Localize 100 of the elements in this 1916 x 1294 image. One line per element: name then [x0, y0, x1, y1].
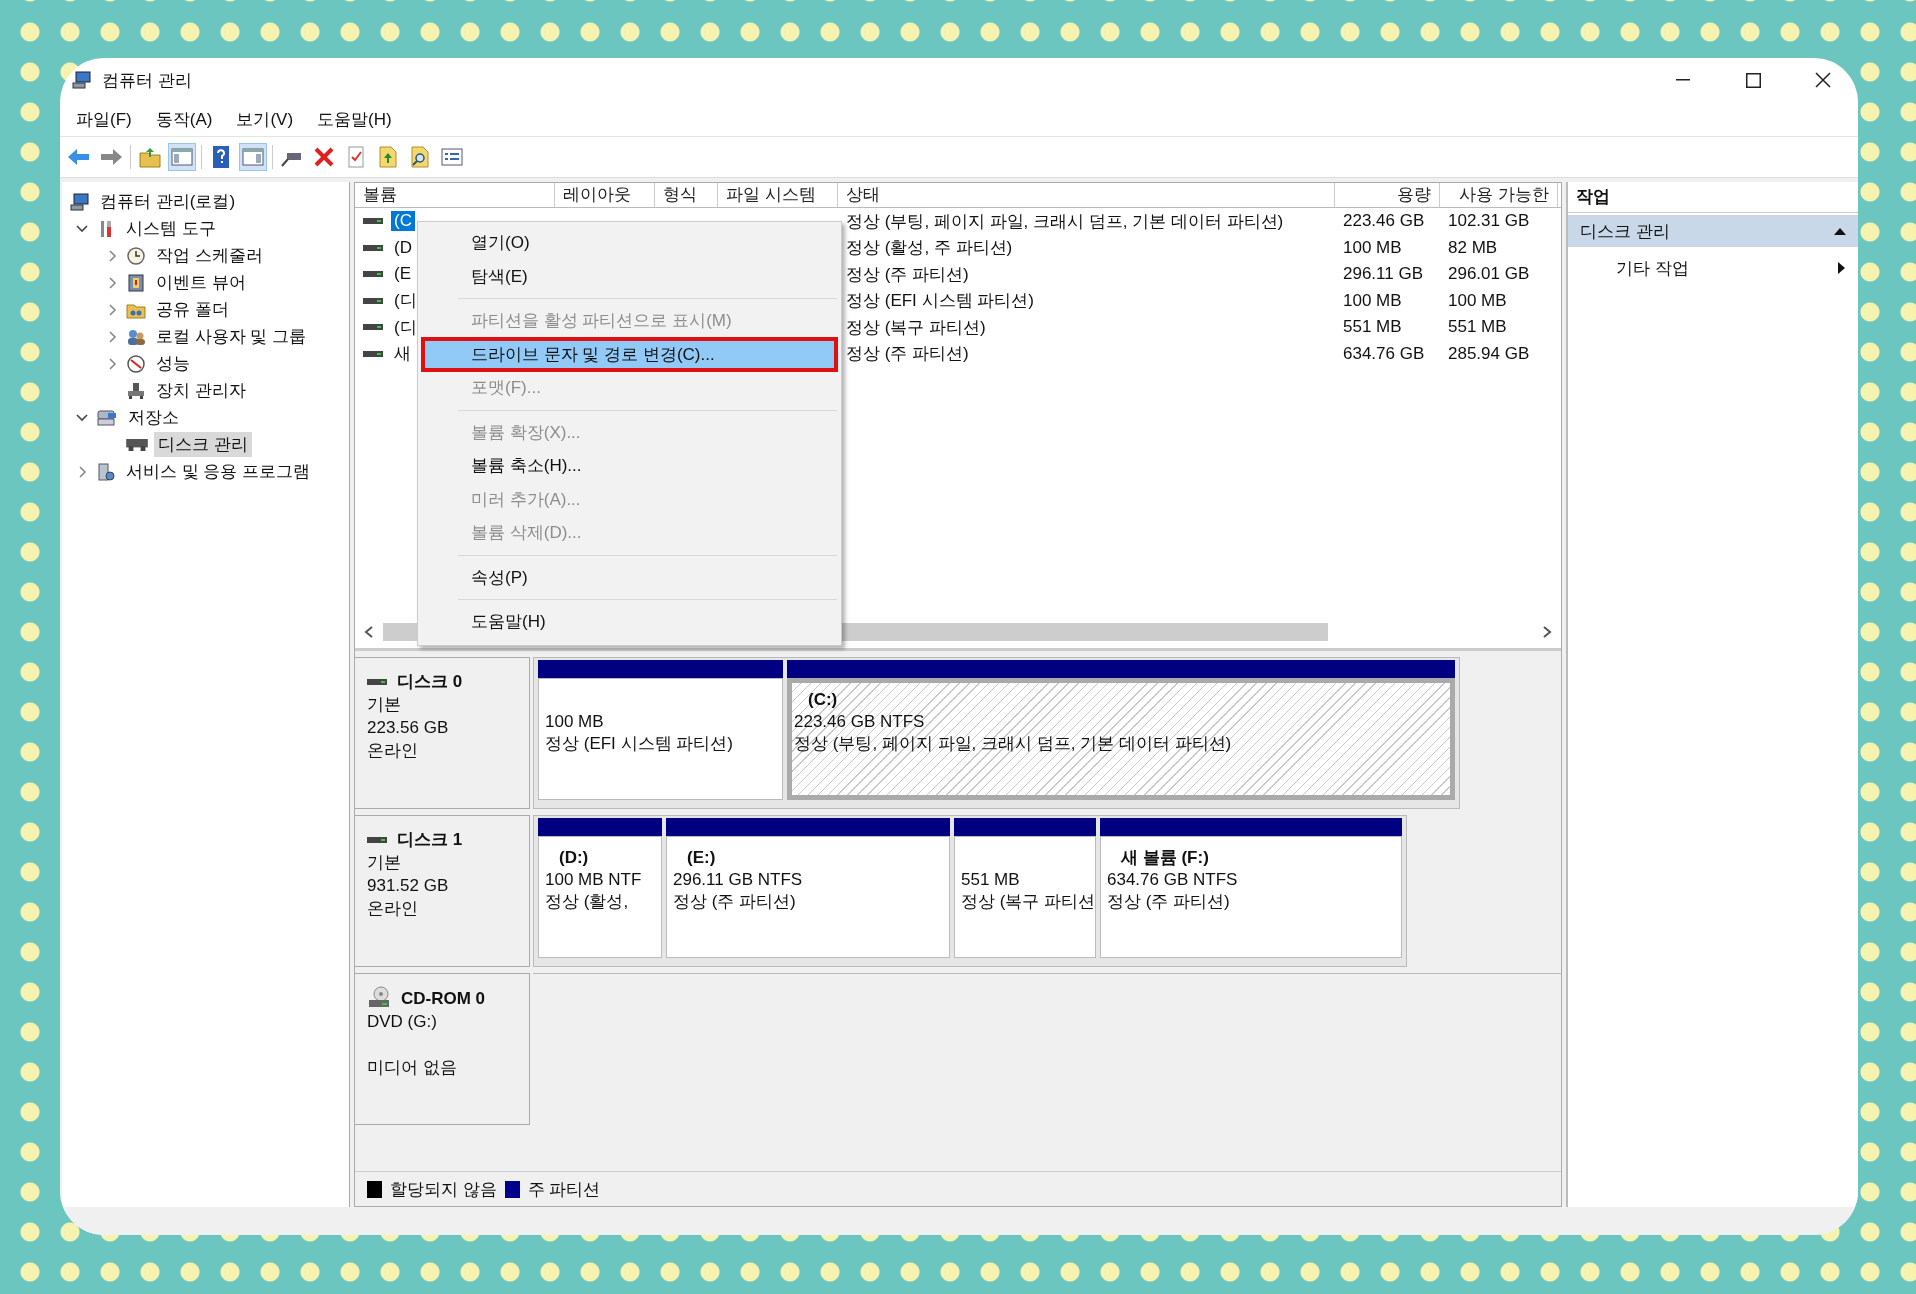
- tree-item[interactable]: 디스크 관리: [154, 432, 252, 457]
- disk-status: 온라인: [367, 740, 419, 762]
- disk-type: DVD (G:): [367, 1011, 438, 1033]
- disk-name: 디스크 0: [397, 671, 463, 693]
- table-cell-text: 285.94 GB: [1447, 343, 1531, 364]
- tree-item[interactable]: 이벤트 뷰어: [152, 270, 250, 295]
- window-title: 컴퓨터 관리: [102, 69, 193, 92]
- drive-icon: [367, 677, 387, 686]
- scroll-left-icon[interactable]: [363, 625, 375, 639]
- maximize-icon[interactable]: [1745, 72, 1761, 88]
- table-cell-text: 296.01 GB: [1447, 264, 1531, 285]
- column-header[interactable]: 형식: [655, 183, 718, 207]
- disk-status: 온라인: [367, 898, 419, 920]
- menu-item[interactable]: 동작(A): [145, 103, 223, 135]
- tree-item[interactable]: 컴퓨터 관리(로컬): [96, 189, 240, 214]
- tree-item[interactable]: 공유 폴더: [152, 297, 233, 322]
- disk-size: 223.56 GB: [367, 717, 450, 739]
- menu-item[interactable]: 도움말(H): [307, 103, 402, 135]
- performance-icon: [126, 353, 146, 374]
- storage-icon: [96, 407, 118, 428]
- legend-label: 할당되지 않음: [390, 1178, 497, 1201]
- table-cell[interactable]: (디: [391, 289, 420, 313]
- tree-item[interactable]: 시스템 도구: [122, 216, 220, 241]
- disk-name: 디스크 1: [397, 829, 463, 851]
- column-header[interactable]: 파일 시스템: [718, 183, 838, 207]
- menu-item[interactable]: 열기(O): [418, 226, 841, 260]
- table-cell-text: 100 MB: [1342, 290, 1403, 311]
- drive-icon: [363, 349, 383, 358]
- scroll-right-icon[interactable]: [1541, 625, 1553, 639]
- action-section[interactable]: 디스크 관리: [1568, 215, 1858, 247]
- event-log-icon: [126, 272, 146, 293]
- column-header[interactable]: 볼륨: [355, 183, 555, 207]
- table-cell-text: 정상 (활성, 주 파티션): [845, 237, 1014, 260]
- table-cell-text: 정상 (주 파티션): [845, 263, 970, 286]
- drive-icon: [363, 323, 383, 332]
- device-icon: [126, 380, 146, 401]
- console-tree-icon[interactable]: [169, 144, 195, 170]
- table-cell-text: 82 MB: [1447, 237, 1499, 258]
- cd-drive-icon: [367, 986, 391, 1010]
- table-cell-text: 296.11 GB: [1342, 264, 1425, 285]
- tree-item[interactable]: 저장소: [124, 405, 183, 430]
- column-header[interactable]: 용량: [1335, 183, 1440, 207]
- computer-icon: [70, 191, 90, 212]
- menu-item[interactable]: 도움말(H): [418, 605, 841, 639]
- drive-icon: [126, 438, 148, 451]
- menu-item[interactable]: 볼륨 축소(H)...: [418, 449, 841, 483]
- partition[interactable]: (E:) 296.11 GB NTFS 정상 (주 파티션): [666, 836, 950, 958]
- drive-icon: [363, 296, 383, 305]
- table-cell-text: 정상 (EFI 시스템 파티션): [845, 290, 1035, 313]
- tree-item[interactable]: 서비스 및 응용 프로그램: [122, 459, 315, 484]
- submenu-arrow-icon: [1838, 262, 1846, 274]
- tree-item[interactable]: 성능: [152, 351, 194, 376]
- disk-type: 기본: [367, 852, 402, 874]
- menu-item[interactable]: 파일(F): [66, 103, 142, 135]
- legend-label: 주 파티션: [527, 1178, 601, 1201]
- partition[interactable]: 100 MB 정상 (EFI 시스템 파티션): [538, 678, 783, 800]
- menu-item[interactable]: 속성(P): [418, 560, 841, 594]
- drive-icon: [363, 217, 383, 226]
- table-cell[interactable]: (디: [391, 315, 420, 339]
- collapse-icon[interactable]: [1834, 227, 1846, 235]
- close-icon[interactable]: [1815, 72, 1831, 88]
- partition[interactable]: (D:) 100 MB NTF 정상 (활성,: [538, 836, 662, 958]
- drive-icon: [363, 243, 383, 252]
- partition[interactable]: (C:) 223.46 GB NTFS 정상 (부팅, 페이지 파일, 크래시 덤프, 기본 데이터 파티션): [787, 678, 1455, 800]
- services-icon: [96, 461, 116, 482]
- column-header[interactable]: 상태: [838, 183, 1335, 207]
- column-header[interactable]: 사용 가능한: [1440, 183, 1558, 207]
- partition[interactable]: 551 MB 정상 (복구 파티션: [954, 836, 1096, 958]
- menu-item[interactable]: 탐색(E): [418, 259, 841, 293]
- table-cell-text: 102.31 GB: [1447, 211, 1531, 232]
- table-cell-text: 100 MB: [1342, 237, 1403, 258]
- column-header[interactable]: 레이아웃: [555, 183, 655, 207]
- drive-icon: [363, 270, 383, 279]
- partition[interactable]: 새 볼륨 (F:) 634.76 GB NTFS 정상 (주 파티션): [1100, 836, 1402, 958]
- table-cell[interactable]: (D: [391, 237, 415, 258]
- action-pane-icon[interactable]: [240, 144, 266, 170]
- table-cell-text: 551 MB: [1447, 317, 1508, 338]
- disk-size: 931.52 GB: [367, 875, 450, 897]
- table-cell-text: 정상 (부팅, 페이지 파일, 크래시 덤프, 기본 데이터 파티션): [845, 210, 1285, 233]
- app-icon: [72, 70, 92, 90]
- menu-item[interactable]: 드라이브 문자 및 경로 변경(C)...: [422, 337, 837, 371]
- menu-item[interactable]: 보기(V): [226, 103, 304, 135]
- table-cell[interactable]: (C: [391, 211, 415, 232]
- disk-type: 기본: [367, 694, 402, 716]
- tree-item[interactable]: 장치 관리자: [152, 378, 250, 403]
- tree-item[interactable]: 작업 스케줄러: [152, 243, 267, 268]
- table-cell-text: 223.46 GB: [1342, 211, 1426, 232]
- table-cell-text: 정상 (주 파티션): [845, 343, 970, 366]
- tree-item[interactable]: 로컬 사용자 및 그룹: [152, 324, 311, 349]
- table-cell[interactable]: 새: [391, 342, 414, 366]
- clock-icon: [126, 245, 146, 266]
- table-cell[interactable]: (E: [391, 264, 414, 285]
- minimize-icon[interactable]: [1676, 79, 1690, 81]
- drive-icon: [367, 835, 387, 844]
- table-cell-text: 551 MB: [1342, 317, 1403, 338]
- table-cell-text: 100 MB: [1447, 290, 1508, 311]
- disk-status: 미디어 없음: [367, 1057, 458, 1079]
- action-item[interactable]: 기타 작업: [1616, 256, 1838, 280]
- table-cell-text: 정상 (복구 파티션): [845, 316, 987, 339]
- disk-name: CD-ROM 0: [401, 987, 486, 1010]
